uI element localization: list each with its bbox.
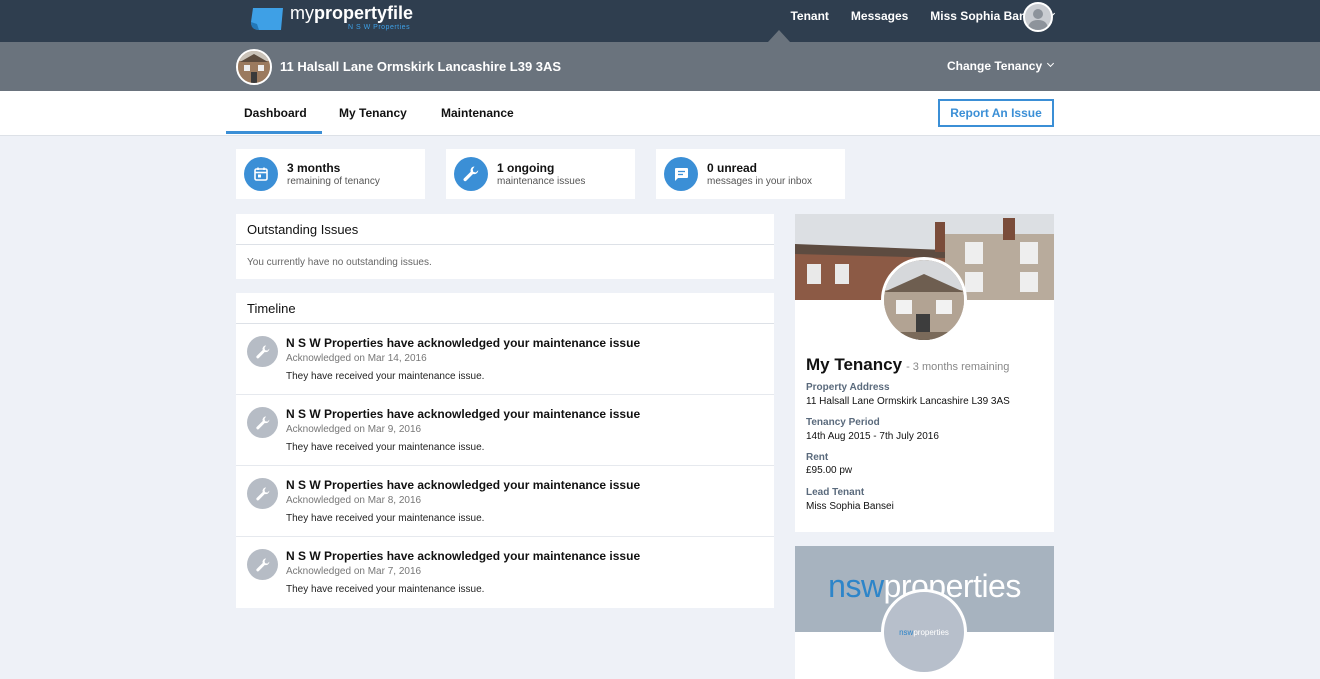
timeline-badge xyxy=(247,549,278,580)
app-logo[interactable]: mypropertyfile N S W Properties xyxy=(246,2,426,36)
stat-subtitle: messages in your inbox xyxy=(707,176,813,187)
agency-card: nswproperties nsw properties xyxy=(795,546,1054,679)
tab-dashboard[interactable]: Dashboard xyxy=(244,106,307,120)
nav-messages[interactable]: Messages xyxy=(851,9,908,23)
empty-state-text: You currently have no outstanding issues… xyxy=(247,257,432,268)
field-label-period: Tenancy Period xyxy=(806,417,880,428)
stat-title: 0 unread xyxy=(707,161,758,175)
my-tenancy-card: My Tenancy - 3 months remaining Property … xyxy=(795,214,1054,532)
tab-my-tenancy[interactable]: My Tenancy xyxy=(339,106,407,120)
field-value-address: 11 Halsall Lane Ormskirk Lancashire L39 … xyxy=(806,396,1010,407)
stat-card-maintenance[interactable]: 1 ongoing maintenance issues xyxy=(446,149,635,199)
stat-icon-badge xyxy=(244,157,278,191)
tab-maintenance[interactable]: Maintenance xyxy=(441,106,514,120)
stat-icon-badge xyxy=(454,157,488,191)
house-photo-icon xyxy=(884,260,964,340)
top-nav: Tenant Messages Miss Sophia Bansei xyxy=(768,0,1056,32)
stat-title: 1 ongoing xyxy=(497,161,555,175)
top-navbar: mypropertyfile N S W Properties Tenant M… xyxy=(0,0,1320,42)
field-value-lead-tenant: Miss Sophia Bansei xyxy=(806,501,894,512)
timeline-description: They have received your maintenance issu… xyxy=(286,442,485,453)
house-photo-icon xyxy=(238,51,270,83)
panel-title: Timeline xyxy=(236,293,774,324)
wrench-icon xyxy=(255,344,269,358)
timeline-date: Acknowledged on Mar 9, 2016 xyxy=(286,424,422,435)
timeline-title: N S W Properties have acknowledged your … xyxy=(286,478,641,492)
stat-card-tenancy[interactable]: 3 months remaining of tenancy xyxy=(236,149,425,199)
timeline-item[interactable]: N S W Properties have acknowledged your … xyxy=(236,324,774,395)
logo-wordmark: mypropertyfile xyxy=(290,3,414,23)
wrench-icon xyxy=(463,166,479,182)
timeline-title: N S W Properties have acknowledged your … xyxy=(286,549,641,563)
tenancy-heading: My Tenancy - 3 months remaining xyxy=(806,355,1009,375)
field-label-address: Property Address xyxy=(806,382,890,393)
timeline-title: N S W Properties have acknowledged your … xyxy=(286,336,641,350)
property-photo xyxy=(881,257,967,343)
user-avatar-icon xyxy=(1028,9,1048,30)
active-nav-caret xyxy=(768,30,790,42)
avatar[interactable] xyxy=(1023,2,1053,32)
timeline-badge xyxy=(247,407,278,438)
timeline-title: N S W Properties have acknowledged your … xyxy=(286,407,641,421)
timeline-date: Acknowledged on Mar 7, 2016 xyxy=(286,566,422,577)
tenancy-title: My Tenancy xyxy=(806,355,903,374)
panel-title: Outstanding Issues xyxy=(236,214,774,245)
agency-logo[interactable]: nsw properties xyxy=(881,589,967,675)
section-tabs: Dashboard My Tenancy Maintenance Report … xyxy=(0,91,1320,136)
change-tenancy-dropdown[interactable]: Change Tenancy xyxy=(947,59,1055,73)
property-bar: 11 Halsall Lane Ormskirk Lancashire L39 … xyxy=(0,42,1320,91)
field-value-rent: £95.00 pw xyxy=(806,465,853,476)
timeline-panel: Timeline N S W Properties have acknowled… xyxy=(236,293,774,608)
timeline-date: Acknowledged on Mar 14, 2016 xyxy=(286,353,427,364)
logo-mark-icon xyxy=(251,8,283,30)
calendar-icon xyxy=(254,167,268,181)
stat-title: 3 months xyxy=(287,161,341,175)
wrench-icon xyxy=(255,486,269,500)
stat-icon-badge xyxy=(664,157,698,191)
stat-card-messages[interactable]: 0 unread messages in your inbox xyxy=(656,149,845,199)
timeline-description: They have received your maintenance issu… xyxy=(286,513,485,524)
timeline-item[interactable]: N S W Properties have acknowledged your … xyxy=(236,395,774,466)
report-issue-button[interactable]: Report An Issue xyxy=(938,99,1054,127)
outstanding-issues-panel: Outstanding Issues You currently have no… xyxy=(236,214,774,279)
stat-subtitle: remaining of tenancy xyxy=(287,176,380,187)
active-tab-indicator xyxy=(226,131,322,134)
timeline-badge xyxy=(247,478,278,509)
field-label-lead-tenant: Lead Tenant xyxy=(806,487,865,498)
wrench-icon xyxy=(255,557,269,571)
tenancy-remaining: - 3 months remaining xyxy=(906,361,1010,373)
field-label-rent: Rent xyxy=(806,452,829,463)
timeline-description: They have received your maintenance issu… xyxy=(286,584,485,595)
timeline-item[interactable]: N S W Properties have acknowledged your … xyxy=(236,537,774,608)
timeline-date: Acknowledged on Mar 8, 2016 xyxy=(286,495,422,506)
timeline-item[interactable]: N S W Properties have acknowledged your … xyxy=(236,466,774,537)
timeline-description: They have received your maintenance issu… xyxy=(286,371,485,382)
change-tenancy-label: Change Tenancy xyxy=(947,59,1043,73)
chevron-down-icon xyxy=(1047,59,1055,67)
field-value-period: 14th Aug 2015 - 7th July 2016 xyxy=(806,431,939,442)
wrench-icon xyxy=(255,415,269,429)
property-address: 11 Halsall Lane Ormskirk Lancashire L39 … xyxy=(280,59,562,74)
timeline-badge xyxy=(247,336,278,367)
property-thumbnail xyxy=(236,49,272,85)
stat-subtitle: maintenance issues xyxy=(497,176,586,187)
message-icon xyxy=(675,168,688,181)
nav-tenant[interactable]: Tenant xyxy=(790,9,828,23)
logo-subtitle: N S W Properties xyxy=(348,24,411,31)
